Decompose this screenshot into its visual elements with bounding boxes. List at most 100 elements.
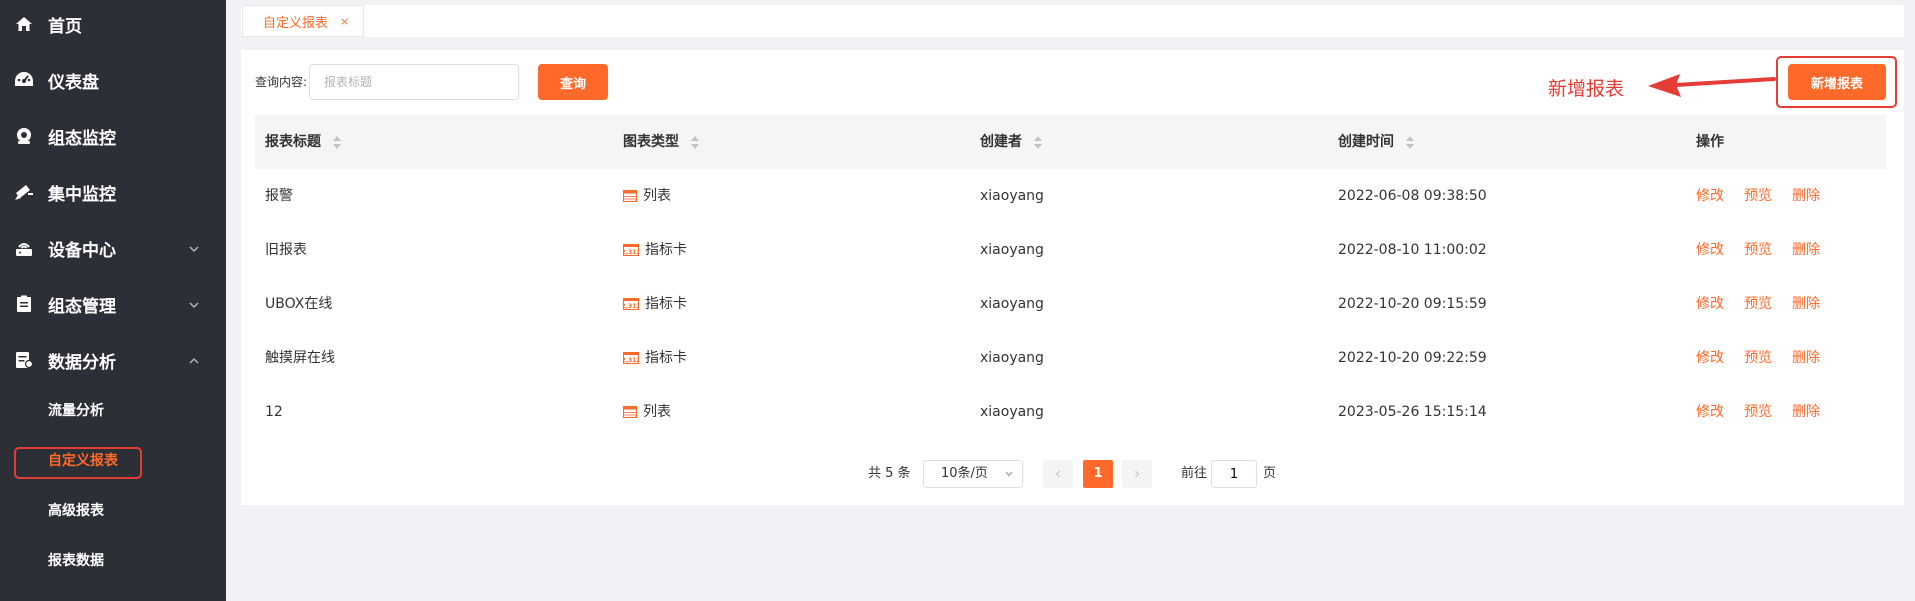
table-row: UBOX在线 2,312 指标卡 xiaoyang 2022-10-20 09:… [255, 277, 1886, 331]
search-label: 查询内容: [255, 75, 308, 89]
close-icon[interactable]: × [340, 15, 349, 28]
cell-time: 2022-06-08 09:38:50 [1338, 188, 1487, 204]
cell-title: 12 [265, 404, 283, 420]
chevron-down-icon [188, 240, 204, 256]
pagination-total: 共 5 条 [868, 466, 911, 481]
table-row: 旧报表 2,312 指标卡 xiaoyang 2022-08-10 11:00:… [255, 223, 1886, 277]
cell-type-label: 列表 [643, 188, 671, 204]
sidebar-item-home[interactable]: 首页 [0, 0, 226, 52]
page-number-current[interactable]: 1 [1083, 460, 1113, 488]
sidebar-item-label: 仪表盘 [48, 72, 99, 93]
svg-text:2,312: 2,312 [623, 303, 639, 310]
sidebar-item-data-analysis[interactable]: 数据分析 [0, 332, 226, 388]
preview-link[interactable]: 预览 [1744, 385, 1772, 439]
sidebar-subitem-report-data[interactable]: 报表数据 [48, 546, 104, 576]
sort-icon[interactable] [1034, 135, 1042, 149]
chevron-right-icon [1135, 470, 1140, 478]
goto-page-input[interactable] [1211, 460, 1257, 488]
kpi-card-icon: 2,312 [623, 352, 639, 364]
sort-icon[interactable] [333, 135, 341, 149]
column-header-label: 图表类型 [623, 134, 679, 150]
cell-time: 2022-10-20 09:15:59 [1338, 296, 1487, 312]
chevron-down-icon [1005, 471, 1013, 477]
cell-time: 2023-05-26 15:15:14 [1338, 404, 1487, 420]
cell-type-label: 指标卡 [645, 350, 687, 366]
main-card: 查询内容: 查询 新增报表 新增报表 报表标题 图表类型 创建者 创建时间 操作… [241, 50, 1904, 505]
table-row: 12 列表 xiaoyang 2023-05-26 15:15:14 修改 预览… [255, 385, 1886, 439]
clipboard-icon [14, 294, 34, 314]
goto-label: 前往 [1181, 466, 1208, 481]
cell-title: 触摸屏在线 [265, 350, 335, 366]
cell-creator: xiaoyang [980, 296, 1044, 312]
list-icon [623, 190, 637, 202]
home-icon [14, 14, 34, 34]
sidebar-subitem-custom-report[interactable]: 自定义报表 [48, 446, 118, 476]
next-page-button[interactable] [1122, 460, 1152, 488]
sidebar-subitem-advanced-report[interactable]: 高级报表 [48, 496, 104, 526]
column-header-actions: 操作 [1696, 134, 1724, 150]
cell-time: 2022-10-20 09:22:59 [1338, 350, 1487, 366]
page-label: 页 [1263, 466, 1277, 481]
chevron-left-icon [1055, 470, 1060, 478]
page-size-select[interactable]: 10条/页 [923, 460, 1023, 488]
cell-type: 列表 [623, 169, 671, 223]
tab-custom-report[interactable]: 自定义报表 × [242, 5, 365, 37]
camera-icon [14, 182, 34, 202]
sidebar-item-device-center[interactable]: 设备中心 [0, 220, 226, 276]
sort-icon[interactable] [691, 135, 699, 149]
cell-title: UBOX在线 [265, 296, 333, 312]
cell-actions: 修改 预览 删除 [1696, 169, 1840, 223]
column-header-type[interactable]: 图表类型 [623, 115, 699, 169]
table-header: 报表标题 图表类型 创建者 创建时间 操作 [255, 115, 1886, 169]
annotation-arrow-icon [1648, 74, 1776, 97]
cell-title: 旧报表 [265, 242, 307, 258]
query-button[interactable]: 查询 [538, 64, 608, 100]
sort-icon[interactable] [1406, 135, 1414, 149]
delete-link[interactable]: 删除 [1792, 169, 1820, 223]
preview-link[interactable]: 预览 [1744, 169, 1772, 223]
svg-text:2,312: 2,312 [623, 249, 639, 256]
prev-page-button[interactable] [1043, 460, 1073, 488]
cell-type-label: 指标卡 [645, 242, 687, 258]
cell-actions: 修改 预览 删除 [1696, 277, 1840, 331]
table-row: 报警 列表 xiaoyang 2022-06-08 09:38:50 修改 预览… [255, 169, 1886, 223]
edit-link[interactable]: 修改 [1696, 385, 1724, 439]
sidebar-item-config-monitor[interactable]: 组态监控 [0, 108, 226, 164]
pagination: 共 5 条 10条/页 1 前往 页 [241, 460, 1904, 488]
column-header-time[interactable]: 创建时间 [1338, 115, 1414, 169]
cell-type-label: 列表 [643, 404, 671, 420]
kpi-card-icon: 2,312 [623, 298, 639, 310]
delete-link[interactable]: 删除 [1792, 331, 1820, 385]
sidebar-item-dashboard[interactable]: 仪表盘 [0, 52, 226, 108]
monitor-icon [14, 126, 34, 146]
sidebar-item-config-manage[interactable]: 组态管理 [0, 276, 226, 332]
add-report-button[interactable]: 新增报表 [1788, 64, 1886, 100]
sidebar-item-label: 集中监控 [48, 184, 116, 205]
delete-link[interactable]: 删除 [1792, 385, 1820, 439]
edit-link[interactable]: 修改 [1696, 331, 1724, 385]
preview-link[interactable]: 预览 [1744, 277, 1772, 331]
sidebar-item-label: 设备中心 [48, 240, 116, 261]
sidebar-subitem-traffic-analysis[interactable]: 流量分析 [48, 396, 104, 426]
list-icon [623, 406, 637, 418]
chevron-up-icon [188, 352, 204, 368]
cell-creator: xiaoyang [980, 242, 1044, 258]
cell-title: 报警 [265, 188, 293, 204]
column-header-title[interactable]: 报表标题 [265, 115, 341, 169]
cell-creator: xiaoyang [980, 188, 1044, 204]
edit-link[interactable]: 修改 [1696, 169, 1724, 223]
column-header-creator[interactable]: 创建者 [980, 115, 1042, 169]
sidebar-item-central-monitor[interactable]: 集中监控 [0, 164, 226, 220]
delete-link[interactable]: 删除 [1792, 223, 1820, 277]
table-row: 触摸屏在线 2,312 指标卡 xiaoyang 2022-10-20 09:2… [255, 331, 1886, 385]
edit-link[interactable]: 修改 [1696, 223, 1724, 277]
cell-type: 列表 [623, 385, 671, 439]
tab-label: 自定义报表 [263, 15, 329, 31]
edit-link[interactable]: 修改 [1696, 277, 1724, 331]
delete-link[interactable]: 删除 [1792, 277, 1820, 331]
search-input[interactable] [309, 64, 519, 100]
sidebar-item-label: 数据分析 [48, 352, 116, 373]
preview-link[interactable]: 预览 [1744, 223, 1772, 277]
preview-link[interactable]: 预览 [1744, 331, 1772, 385]
column-header-label: 报表标题 [265, 134, 321, 150]
